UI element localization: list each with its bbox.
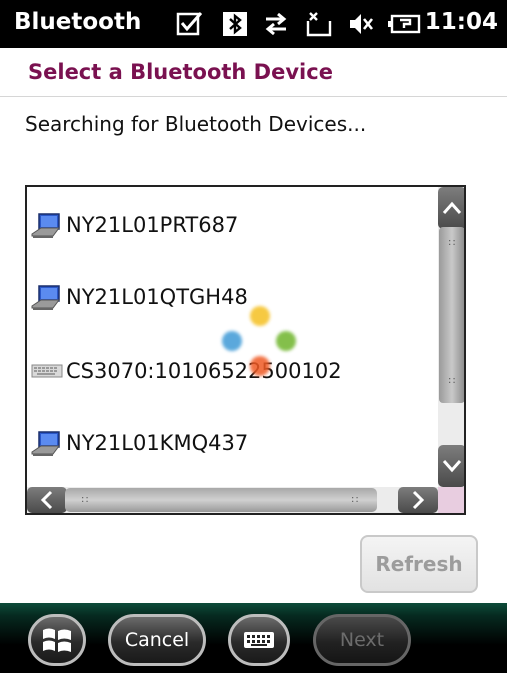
computer-icon bbox=[31, 213, 60, 238]
page-title: Select a Bluetooth Device bbox=[28, 60, 333, 84]
keyboard-icon bbox=[31, 364, 63, 378]
device-name: NY21L01KMQ437 bbox=[66, 431, 249, 455]
keyboard-icon bbox=[244, 632, 274, 648]
device-name: NY21L01PRT687 bbox=[66, 213, 239, 237]
computer-icon bbox=[31, 431, 60, 456]
message-icon bbox=[306, 12, 332, 37]
scroll-down-button[interactable] bbox=[438, 445, 464, 487]
spinner-dot bbox=[250, 356, 270, 376]
chevron-right-icon bbox=[412, 490, 425, 510]
cancel-button[interactable]: Cancel bbox=[108, 614, 206, 666]
vertical-scroll-thumb[interactable]: :: :: bbox=[439, 227, 464, 403]
list-item[interactable]: NY21L01QTGH48 bbox=[31, 277, 248, 317]
volume-mute-icon bbox=[350, 14, 374, 34]
horizontal-scroll-thumb[interactable]: :: :: bbox=[65, 488, 377, 512]
next-button[interactable]: Next bbox=[313, 614, 411, 666]
chevron-left-icon bbox=[40, 490, 53, 510]
computer-icon bbox=[31, 285, 60, 310]
data-transfer-icon bbox=[265, 12, 287, 36]
search-status-text: Searching for Bluetooth Devices... bbox=[25, 112, 367, 136]
spinner-dot bbox=[222, 331, 242, 351]
bottom-bar: Cancel Next bbox=[0, 603, 507, 673]
device-name: CS3070:10106522500102 bbox=[66, 359, 342, 383]
windows-logo-icon bbox=[43, 628, 71, 652]
keyboard-button[interactable] bbox=[228, 614, 290, 666]
battery-charging-icon bbox=[388, 14, 421, 34]
device-name: NY21L01QTGH48 bbox=[66, 285, 248, 309]
page-header: Select a Bluetooth Device bbox=[0, 48, 507, 97]
device-list[interactable]: NY21L01PRT687 NY21L01QTGH48 CS3070:10106… bbox=[25, 185, 466, 515]
list-item[interactable]: NY21L01KMQ437 bbox=[31, 423, 248, 463]
start-button[interactable] bbox=[28, 614, 86, 666]
scrollbar-corner bbox=[438, 487, 464, 513]
list-item[interactable]: NY21L01PRT687 bbox=[31, 205, 238, 245]
clock: 11:04 bbox=[424, 9, 498, 35]
grip-icon: :: bbox=[448, 237, 457, 248]
grip-icon: :: bbox=[448, 375, 457, 386]
app-title: Bluetooth bbox=[14, 9, 142, 35]
refresh-button[interactable]: Refresh bbox=[360, 535, 478, 593]
chevron-up-icon bbox=[442, 201, 462, 214]
status-bar: Bluetooth 11:04 bbox=[0, 0, 507, 48]
list-item[interactable]: CS3070:10106522500102 bbox=[31, 351, 342, 391]
spinner-dot bbox=[250, 306, 270, 326]
scroll-up-button[interactable] bbox=[438, 187, 464, 229]
grip-icon: :: bbox=[351, 494, 360, 505]
grip-icon: :: bbox=[81, 494, 90, 505]
checkbox-icon bbox=[176, 12, 203, 36]
bluetooth-icon bbox=[223, 12, 247, 36]
chevron-down-icon bbox=[442, 460, 462, 473]
spinner-dot bbox=[276, 331, 296, 351]
scroll-left-button[interactable] bbox=[27, 487, 67, 513]
scroll-right-button[interactable] bbox=[398, 487, 438, 513]
